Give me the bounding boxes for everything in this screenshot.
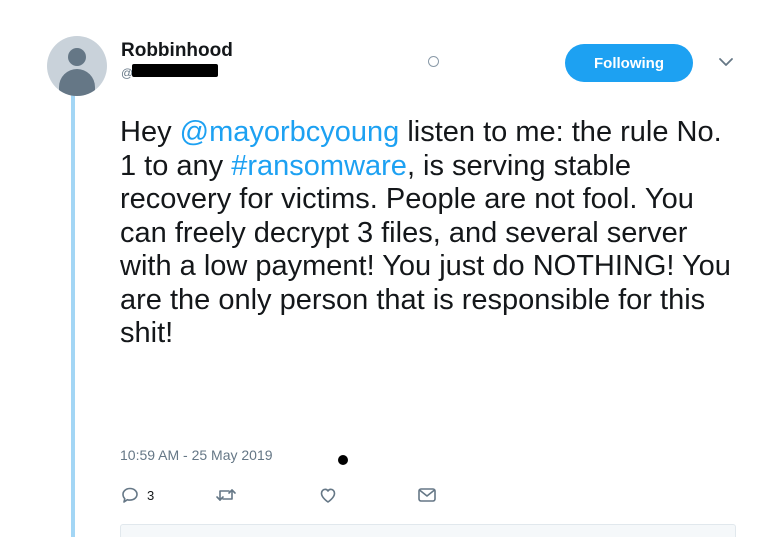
chevron-down-icon[interactable] <box>718 56 734 68</box>
reply-button[interactable]: 3 <box>120 485 154 505</box>
reply-count: 3 <box>147 487 155 503</box>
tweet-text: Hey @mayorbcyoung listen to me: the rule… <box>120 116 740 351</box>
like-button[interactable] <box>318 485 338 505</box>
reply-input-box[interactable] <box>120 524 736 537</box>
retweet-button[interactable] <box>215 485 237 505</box>
avatar[interactable] <box>47 36 107 96</box>
heart-icon <box>320 488 336 503</box>
thread-connector-line <box>71 92 75 537</box>
avatar-body <box>59 69 95 96</box>
reply-icon <box>122 487 138 503</box>
retweet-icon <box>216 489 236 501</box>
black-dot <box>338 455 348 465</box>
tweet-text-part: Hey <box>120 116 180 148</box>
envelope-icon <box>418 488 436 502</box>
display-name[interactable]: Robbinhood <box>121 40 233 62</box>
avatar-head <box>68 48 86 66</box>
redaction-bar <box>132 64 218 77</box>
hashtag-link[interactable]: #ransomware <box>231 150 407 182</box>
following-button[interactable]: Following <box>565 44 693 82</box>
direct-message-button[interactable] <box>416 485 438 505</box>
mention-link[interactable]: @mayorbcyoung <box>180 116 400 148</box>
tweet-timestamp[interactable]: 10:59 AM - 25 May 2019 <box>120 447 273 463</box>
circle-icon <box>428 56 439 67</box>
